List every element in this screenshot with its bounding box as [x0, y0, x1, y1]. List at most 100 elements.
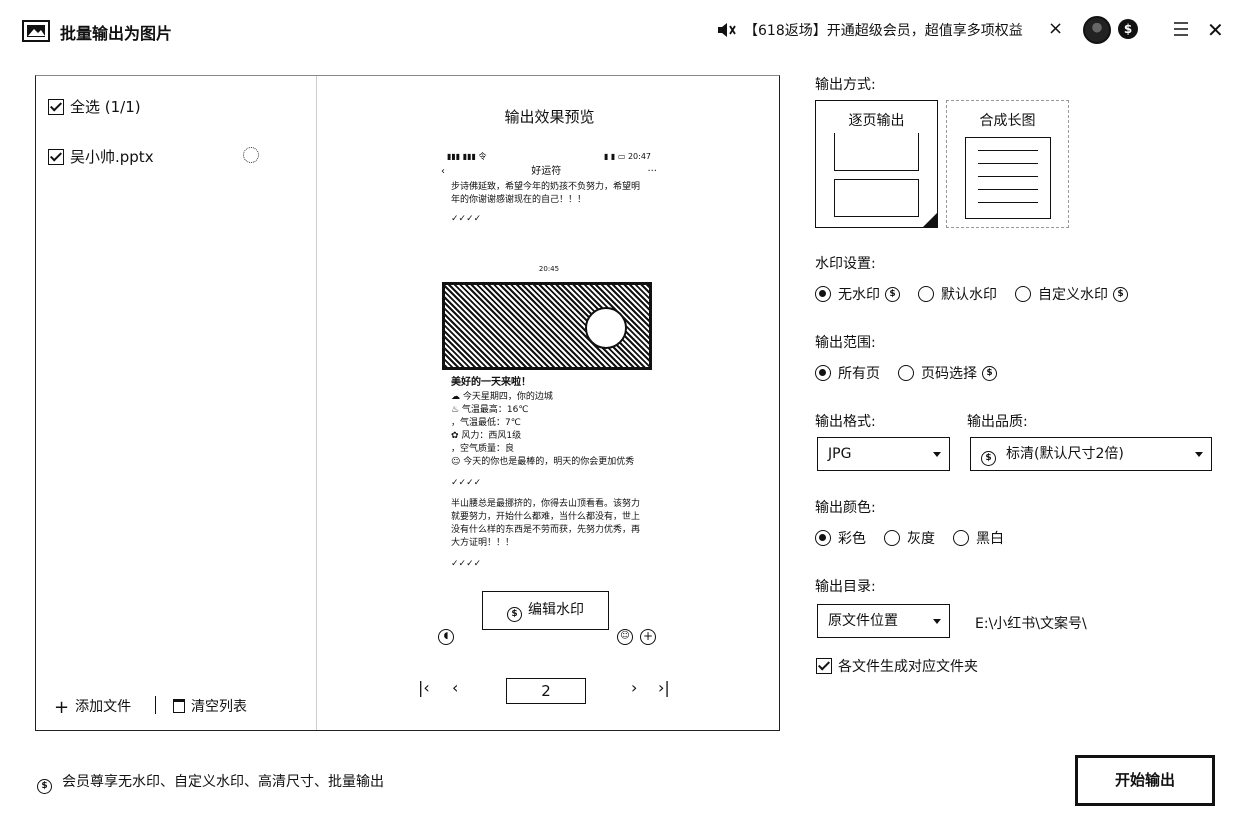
preview-heading: 美好的一天来啦！ — [451, 377, 531, 389]
mode-label: 逐页输出 — [848, 113, 905, 129]
edit-watermark-label: 编辑水印 — [528, 602, 584, 618]
preview-list-item: ，气温最低：7℃ — [451, 417, 521, 428]
selected-check-icon — [922, 212, 938, 228]
divider — [155, 696, 156, 714]
quality-select[interactable]: $ 标清(默认尺寸2倍) — [970, 437, 1212, 471]
output-path[interactable]: E:\小红书\文案号\ — [975, 613, 1087, 633]
file-list: 全选 (1/1) 吴小帅.pptx + 添加文件 清空列表 — [36, 76, 316, 730]
loading-icon — [243, 147, 259, 163]
file-row[interactable]: 吴小帅.pptx — [48, 146, 154, 167]
prev-page-button[interactable]: ‹ — [452, 678, 458, 697]
preview-paragraph: 步诗佛延致，希望今年的奶孩不负努力，希望明年的你谢谢感谢现在的自己！！！ — [451, 182, 641, 206]
start-output-button[interactable]: 开始输出 — [1075, 755, 1215, 806]
dropdown-arrow-icon — [933, 619, 941, 624]
emoji-icon[interactable]: ☺ — [617, 629, 633, 645]
watermark-options: 无水印 $ 默认水印 自定义水印 $ — [815, 284, 1146, 304]
page-number-input[interactable]: 2 — [506, 678, 586, 704]
phone-status-bar: ▮▮▮ ▮▮▮ 令 ▮ ▮ ▭ 20:47 — [439, 151, 659, 163]
range-select-radio[interactable]: 页码选择 $ — [898, 363, 997, 383]
edit-watermark-button[interactable]: $ 编辑水印 — [482, 591, 609, 630]
preview-list-item: ♨ 气温最高：16℃ — [451, 404, 529, 415]
preview-landscape-image — [442, 282, 652, 371]
watermark-default-radio[interactable]: 默认水印 — [918, 284, 997, 304]
status-left: ▮▮▮ ▮▮▮ 令 — [447, 152, 487, 161]
plus-icon: + — [54, 697, 70, 718]
output-mode-label: 输出方式: — [815, 77, 876, 93]
color-bw-radio[interactable]: 黑白 — [953, 528, 1004, 548]
select-all-label: 全选 (1/1) — [70, 98, 141, 116]
preview-emoji-row: ✓✓✓✓ — [451, 559, 482, 570]
range-all-radio[interactable]: 所有页 — [815, 363, 880, 383]
promo-close-button[interactable]: × — [1048, 18, 1063, 39]
vip-note: $ 会员尊享无水印、自定义水印、高清尺寸、批量输出 — [37, 771, 384, 794]
color-gray-radio[interactable]: 灰度 — [884, 528, 935, 548]
vip-coin-icon: $ — [1113, 286, 1128, 302]
color-options: 彩色 灰度 黑白 — [815, 528, 1022, 548]
status-right: ▮ ▮ ▭ 20:47 — [603, 152, 651, 161]
phone-nav: ‹ 好运符 ··· — [439, 163, 659, 182]
checkbox-checked[interactable] — [48, 148, 64, 165]
clear-list-button[interactable]: 清空列表 — [173, 696, 247, 716]
phone-nav-title: 好运符 — [531, 165, 562, 177]
file-name: 吴小帅.pptx — [70, 148, 154, 166]
clear-list-label: 清空列表 — [191, 699, 247, 715]
dir-label: 输出目录: — [815, 579, 876, 595]
preview-emoji-row: ✓✓✓✓ — [451, 478, 482, 489]
subfolder-checkbox[interactable]: 各文件生成对应文件夹 — [816, 656, 978, 676]
quality-label: 输出品质: — [967, 414, 1028, 430]
next-page-button[interactable]: › — [631, 678, 637, 697]
vip-coin-icon: $ — [507, 607, 522, 622]
audio-icon[interactable]: ◖ — [438, 629, 454, 645]
preview-list-item: ✿ 风力：西风1级 — [451, 431, 522, 442]
add-file-button[interactable]: + 添加文件 — [54, 696, 131, 718]
format-select[interactable]: JPG — [817, 437, 950, 471]
preview-emoji-row: ✓✓✓✓ — [451, 214, 482, 225]
color-label: 输出颜色: — [815, 500, 876, 516]
preview-time: 20:45 — [538, 265, 560, 274]
checkbox-checked[interactable] — [48, 98, 64, 115]
mode-label: 合成长图 — [979, 113, 1036, 129]
vip-coin-icon: $ — [37, 779, 52, 794]
mode-long-image[interactable]: 合成长图 — [946, 100, 1069, 228]
add-icon[interactable]: + — [640, 629, 656, 645]
vip-badge-icon[interactable]: $ — [1118, 19, 1138, 39]
image-export-icon — [22, 20, 50, 42]
preview-area: 输出效果预览 ▮▮▮ ▮▮▮ 令 ▮ ▮ ▭ 20:47 ‹ 好运符 ··· 步… — [316, 76, 781, 730]
speaker-icon — [718, 23, 736, 37]
vip-coin-icon: $ — [981, 451, 996, 466]
last-page-button[interactable]: ›| — [658, 678, 670, 697]
window-close-button[interactable]: ✕ — [1207, 18, 1224, 42]
vip-coin-icon: $ — [982, 365, 997, 381]
moon-circle — [585, 307, 627, 350]
dropdown-arrow-icon — [933, 452, 941, 457]
page-thumb — [834, 179, 919, 217]
add-file-label: 添加文件 — [75, 699, 132, 715]
watermark-none-radio[interactable]: 无水印 $ — [815, 284, 900, 304]
color-full-radio[interactable]: 彩色 — [815, 528, 866, 548]
preview-list-item: ☺ 今天的你也是最棒的，明天的你会更加优秀 — [451, 457, 635, 468]
checkbox-checked[interactable] — [816, 658, 832, 674]
range-label: 输出范围: — [815, 335, 876, 351]
long-image-thumb — [965, 137, 1051, 219]
dropdown-arrow-icon — [1195, 452, 1203, 457]
watermark-custom-radio[interactable]: 自定义水印 $ — [1015, 284, 1128, 304]
promo-banner[interactable]: 【618返场】开通超级会员，超值享多项权益 — [744, 20, 1023, 40]
first-page-button[interactable]: |‹ — [418, 678, 430, 697]
range-options: 所有页 页码选择 $ — [815, 363, 1015, 383]
user-avatar[interactable] — [1083, 16, 1111, 44]
menu-icon[interactable] — [1172, 20, 1190, 38]
vip-coin-icon: $ — [885, 286, 900, 302]
select-all-checkbox[interactable]: 全选 (1/1) — [48, 96, 141, 117]
watermark-label: 水印设置: — [815, 256, 876, 272]
format-label: 输出格式: — [815, 414, 876, 430]
title-bar: 批量输出为图片 【618返场】开通超级会员，超值享多项权益 × $ ✕ — [0, 0, 1245, 62]
file-preview-panel: 全选 (1/1) 吴小帅.pptx + 添加文件 清空列表 输出效果预览 ▮▮▮ … — [35, 75, 780, 731]
mode-per-page[interactable]: 逐页输出 — [815, 100, 938, 228]
page-thumb — [834, 133, 919, 171]
more-icon: ··· — [647, 165, 657, 177]
preview-page: ▮▮▮ ▮▮▮ 令 ▮ ▮ ▭ 20:47 ‹ 好运符 ··· 步诗佛延致，希望… — [439, 151, 659, 591]
preview-title: 输出效果预览 — [504, 108, 595, 126]
dir-select[interactable]: 原文件位置 — [817, 604, 950, 638]
preview-list-item: ☁ 今天星期四，你的边城 — [451, 391, 553, 402]
preview-list-item: ，空气质量：良 — [451, 444, 515, 455]
